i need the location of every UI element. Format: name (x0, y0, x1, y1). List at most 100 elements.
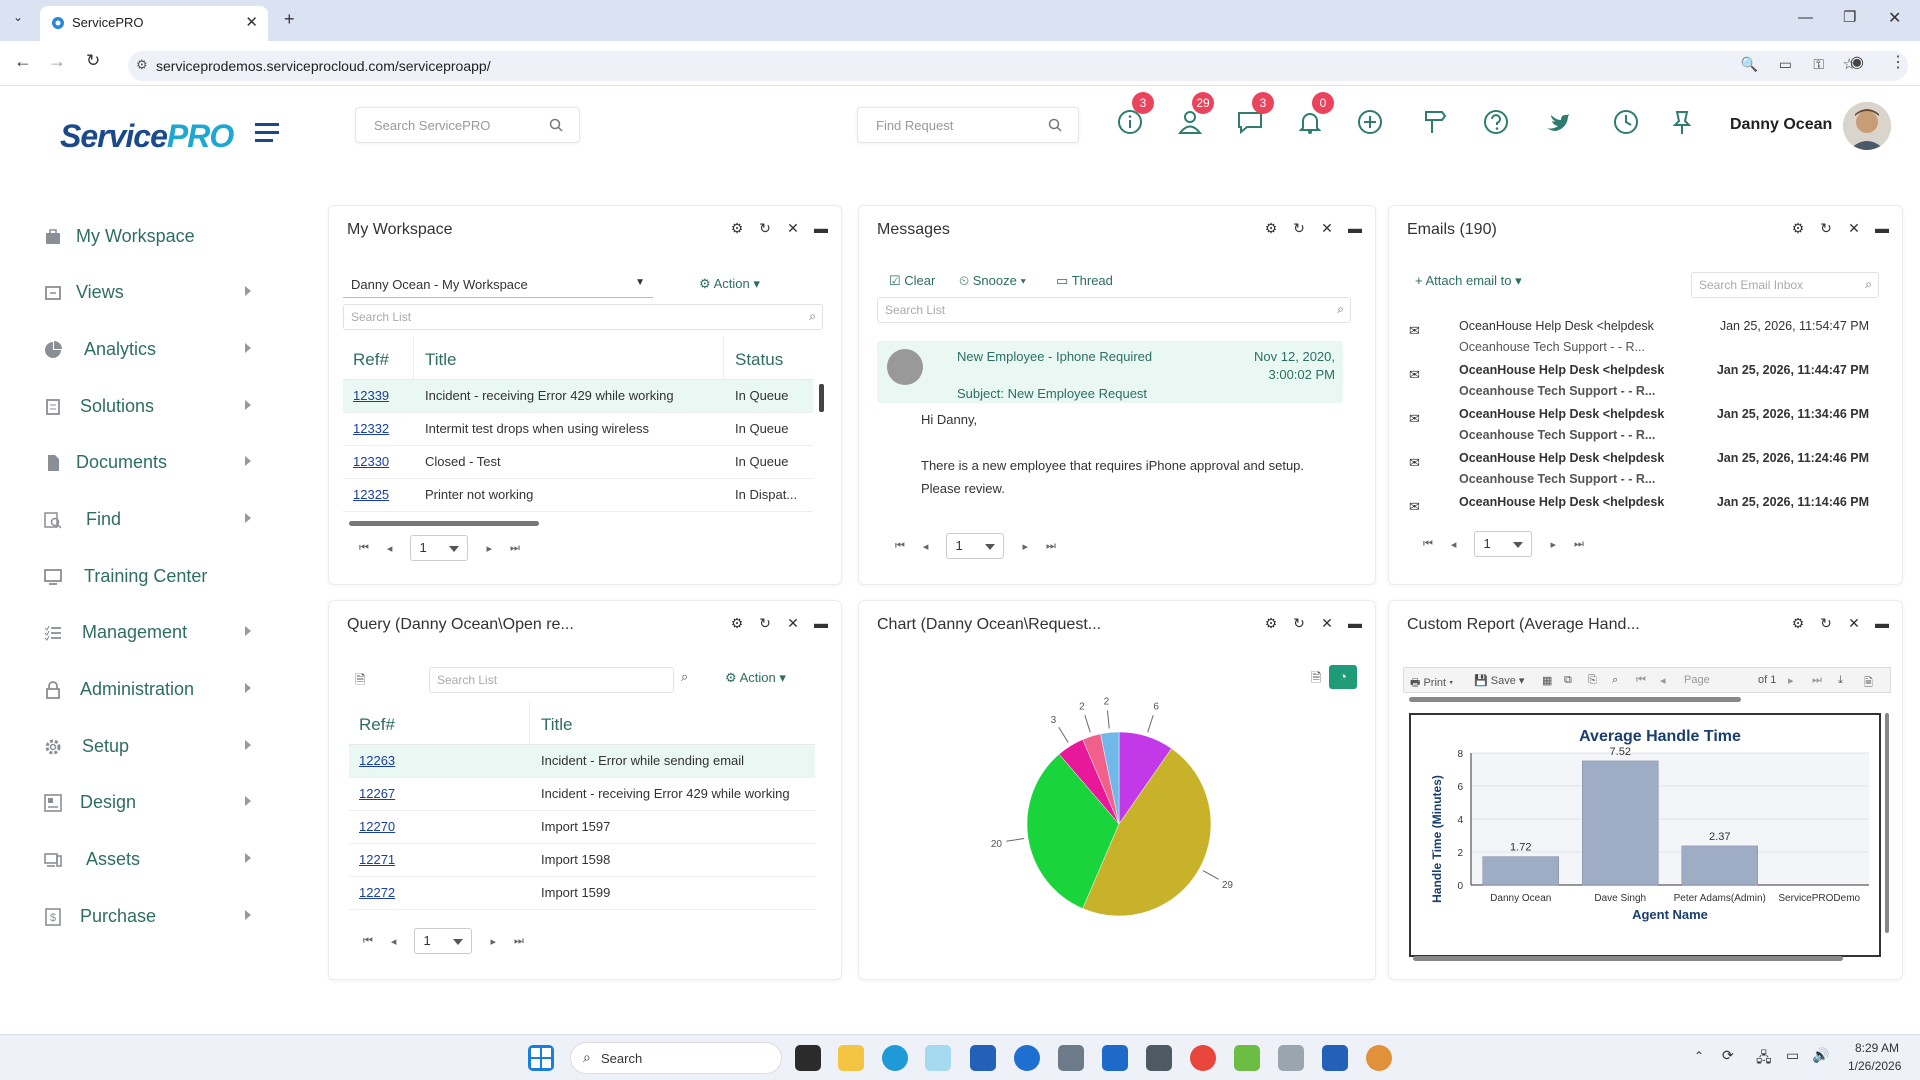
sidebar-item-analytics[interactable]: Analytics (40, 329, 255, 369)
page-select[interactable]: 1 (414, 928, 473, 954)
snooze-button[interactable]: ⏲ Snooze ▾ (959, 273, 1026, 289)
workspace-dropdown[interactable]: Danny Ocean - My Workspace ▼ (343, 272, 653, 298)
refresh-icon[interactable]: ↻ (757, 220, 773, 236)
taskbar-search[interactable]: ⌕ Search (570, 1042, 782, 1074)
search-icon[interactable]: ⌕ (809, 309, 816, 324)
ref-link[interactable]: 12325 (353, 487, 389, 502)
maximize-icon[interactable]: ▬ (813, 220, 829, 236)
sidebar-item-management[interactable]: Management (40, 612, 255, 652)
browser-tab[interactable]: ServicePRO ✕ (40, 6, 268, 41)
servicepro-app-icon[interactable] (1322, 1045, 1348, 1071)
message-item[interactable]: New Employee - Iphone Required Nov 12, 2… (877, 341, 1343, 403)
first-page-icon[interactable]: ⏮ (359, 542, 369, 555)
close-window-button[interactable]: ✕ (1888, 8, 1901, 28)
table-row[interactable]: 12270 Import 1597 (349, 811, 815, 844)
minimize-window-button[interactable]: — (1798, 9, 1813, 26)
refresh-icon[interactable]: ↻ (1291, 220, 1307, 236)
taskbar-time[interactable]: 8:29 AM (1855, 1041, 1899, 1055)
app-icon[interactable] (1058, 1045, 1084, 1071)
prev-page-icon[interactable]: ◂ (1451, 538, 1457, 551)
refresh-icon[interactable]: ↻ (1818, 220, 1834, 236)
search-icon[interactable]: ⌕ (1865, 277, 1872, 292)
sidebar-item-setup[interactable]: Setup (40, 726, 255, 766)
first-page-icon[interactable]: ⏮ (1636, 674, 1646, 687)
sidebar-item-my-workspace[interactable]: My Workspace (40, 216, 255, 256)
address-bar[interactable]: ⚙ serviceprodemos.serviceprocloud.com/se… (128, 51, 1908, 81)
email-row[interactable]: ✉ OceanHouse Help Desk <helpdesk Jan 25, 2… (1409, 363, 1869, 407)
save-button[interactable]: 💾 Save ▾ (1474, 674, 1524, 687)
prev-page-icon[interactable]: ◂ (1660, 674, 1666, 687)
sidebar-item-views[interactable]: Views (40, 272, 255, 312)
col-ref[interactable]: Ref# (353, 350, 389, 370)
action-button[interactable]: ⚙ Action ▾ (699, 276, 760, 292)
gear-icon[interactable]: ⚙ (729, 615, 745, 631)
last-page-icon[interactable]: ⏭ (1046, 540, 1056, 553)
refresh-icon[interactable]: ↻ (1291, 615, 1307, 631)
app-icon[interactable] (1146, 1045, 1172, 1071)
search-icon[interactable]: ⌕ (681, 669, 688, 685)
help-icon[interactable] (1482, 108, 1510, 136)
maximize-icon[interactable]: ▬ (1347, 220, 1363, 236)
query-search-input[interactable]: Search List (429, 667, 674, 693)
col-title[interactable]: Title (541, 715, 573, 735)
page-select[interactable]: 1 (946, 533, 1005, 559)
next-page-icon[interactable]: ▸ (1550, 538, 1556, 551)
display-icon[interactable]: ▭ (1786, 1047, 1799, 1064)
print-button[interactable]: 🖶 Print ▾ (1410, 674, 1453, 693)
reload-icon[interactable]: ↻ (86, 51, 100, 71)
chat-icon[interactable]: 3 (1236, 92, 1274, 136)
sidebar-item-training-center[interactable]: Training Center (40, 556, 255, 596)
close-icon[interactable]: ✕ (1319, 220, 1335, 236)
close-icon[interactable]: ✕ (785, 615, 801, 631)
install-app-icon[interactable]: ▭ (1779, 56, 1792, 73)
network-icon[interactable]: 🖧 (1756, 1047, 1772, 1071)
tab-close-icon[interactable]: ✕ (245, 13, 258, 31)
email-row[interactable]: ✉ OceanHouse Help Desk <helpdesk Jan 25, 2… (1409, 407, 1869, 451)
clear-button[interactable]: ☑ Clear (889, 273, 935, 289)
gear-icon[interactable]: ⚙ (1263, 615, 1279, 631)
close-icon[interactable]: ✕ (1846, 220, 1862, 236)
col-ref[interactable]: Ref# (359, 715, 395, 735)
user-name[interactable]: Danny Ocean (1730, 116, 1832, 134)
next-page-icon[interactable]: ▸ (1022, 540, 1028, 553)
page-select[interactable]: 1 (410, 535, 469, 561)
first-page-icon[interactable]: ⏮ (895, 540, 905, 553)
forward-icon[interactable]: → (48, 51, 66, 72)
prev-page-icon[interactable]: ◂ (387, 542, 393, 555)
ref-link[interactable]: 12339 (353, 388, 389, 403)
password-key-icon[interactable]: ⚿ (1813, 56, 1824, 73)
maximize-icon[interactable]: ▬ (1347, 615, 1363, 631)
bar[interactable] (1681, 845, 1758, 886)
table-row[interactable]: 12263 Incident - Error while sending emai… (349, 745, 815, 778)
document-icon[interactable]: 🗎 (1864, 674, 1873, 693)
twitter-icon[interactable] (1543, 108, 1571, 136)
taskbar-date[interactable]: 1/26/2026 (1848, 1059, 1901, 1073)
workspace-search-input[interactable]: Search List ⌕ (343, 304, 823, 330)
find-request-input[interactable]: Find Request (857, 107, 1079, 143)
chevron-up-icon[interactable]: ⌃ (1694, 1049, 1704, 1063)
table-row[interactable]: 12267 Incident - receiving Error 429 whil… (349, 778, 815, 811)
search-icon[interactable] (549, 118, 563, 132)
sidebar-item-documents[interactable]: Documents (40, 442, 255, 482)
close-icon[interactable]: ✕ (1846, 615, 1862, 631)
gear-icon[interactable]: ⚙ (729, 220, 745, 236)
next-page-icon[interactable]: ▸ (490, 935, 496, 948)
file-explorer-icon[interactable] (838, 1045, 864, 1071)
chart-type-icon[interactable]: ◔ (1329, 665, 1357, 689)
restore-window-button[interactable]: ❐ (1843, 8, 1856, 26)
edge-icon[interactable] (882, 1045, 908, 1071)
table-row[interactable]: 12339 Incident - receiving Error 429 whil… (343, 380, 813, 413)
refresh-icon[interactable]: ↻ (1818, 615, 1834, 631)
app-icon[interactable] (1234, 1045, 1260, 1071)
report-vertical-scrollbar[interactable] (1885, 713, 1889, 933)
copy-icon[interactable]: ⧉ (1564, 674, 1572, 687)
start-menu-icon[interactable] (528, 1045, 554, 1071)
action-button[interactable]: ⚙ Action ▾ (725, 670, 786, 686)
export-icon[interactable]: ⤓ (1838, 674, 1843, 687)
sidebar-item-assets[interactable]: Assets (40, 839, 255, 879)
last-page-icon[interactable]: ⏭ (1574, 538, 1584, 551)
sidebar-item-find[interactable]: Find (40, 499, 255, 539)
servicepro-logo[interactable]: ServicePRO (60, 118, 234, 155)
tab-search-icon[interactable]: ⌄ (8, 10, 28, 30)
gear-icon[interactable]: ⚙ (1790, 220, 1806, 236)
